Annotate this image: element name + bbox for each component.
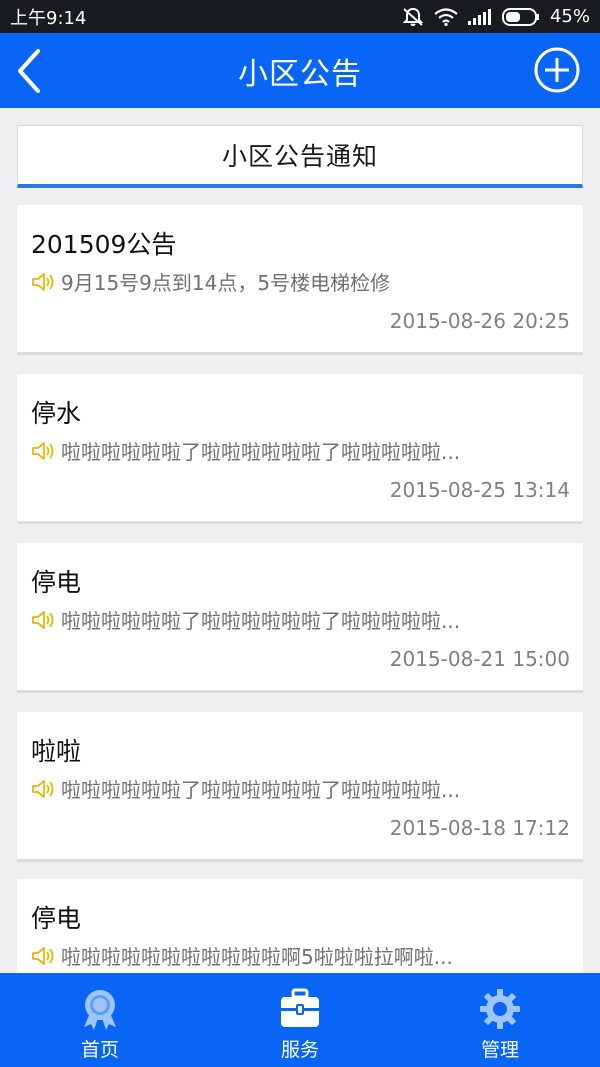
gear-icon [480, 989, 520, 1029]
notice-date: 2015-08-21 15:00 [389, 647, 570, 671]
battery-level: 45% [549, 6, 590, 27]
notice-title: 啦啦 [31, 737, 82, 766]
medal-icon [84, 990, 116, 1030]
notice-summary-text: 啦啦啦啦啦啦了啦啦啦啦啦啦了啦啦啦啦啦... [61, 609, 461, 633]
status-time: 上午9:14 [10, 7, 87, 29]
status-bar: 上午9:14 45% [0, 0, 600, 33]
status-icons: 45% [402, 6, 590, 27]
section-tab-notices[interactable]: 小区公告通知 [17, 125, 583, 188]
notice-date: 2015-08-25 13:14 [389, 478, 570, 502]
mute-icon [402, 7, 424, 26]
notice-title: 停水 [31, 399, 82, 428]
notice-summary: 9月15号9点到14点，5号楼电梯检修 [31, 267, 571, 296]
notice-date: 2015-08-18 17:12 [389, 816, 570, 840]
back-button[interactable] [10, 47, 50, 95]
notice-date: 2015-08-26 20:25 [389, 309, 570, 333]
speaker-icon [32, 272, 54, 291]
speaker-icon [32, 610, 54, 629]
notice-item[interactable]: 啦啦 啦啦啦啦啦啦了啦啦啦啦啦啦了啦啦啦啦啦... 2015-08-18 17:… [17, 712, 583, 862]
bottom-tab-bar: 首页 服务 管理 [0, 973, 600, 1067]
section-title: 小区公告通知 [221, 142, 378, 171]
speaker-icon [32, 779, 54, 798]
notice-summary: 啦啦啦啦啦啦啦啦啦啦啦啊5啦啦啦拉啊啦... [31, 941, 571, 970]
notice-summary-text: 啦啦啦啦啦啦啦啦啦啦啦啊5啦啦啦拉啊啦... [61, 945, 453, 969]
title-bar: 小区公告 [0, 33, 600, 108]
wifi-icon [434, 7, 458, 26]
notice-summary: 啦啦啦啦啦啦了啦啦啦啦啦啦了啦啦啦啦啦... [31, 605, 571, 634]
battery-icon [501, 7, 539, 26]
notice-item[interactable]: 停水 啦啦啦啦啦啦了啦啦啦啦啦啦了啦啦啦啦啦... 2015-08-25 13:… [17, 374, 583, 524]
tab-service[interactable]: 服务 [200, 973, 400, 1067]
signal-icon [467, 8, 491, 25]
notice-summary-text: 啦啦啦啦啦啦了啦啦啦啦啦啦了啦啦啦啦啦... [61, 778, 461, 802]
speaker-icon [32, 946, 54, 965]
notice-title: 201509公告 [31, 230, 177, 259]
notice-title: 停电 [31, 904, 82, 933]
notice-title: 停电 [31, 568, 82, 597]
notice-summary: 啦啦啦啦啦啦了啦啦啦啦啦啦了啦啦啦啦啦... [31, 774, 571, 803]
notice-summary-text: 啦啦啦啦啦啦了啦啦啦啦啦啦了啦啦啦啦啦... [61, 440, 461, 464]
tab-manage[interactable]: 管理 [400, 973, 600, 1067]
notice-item[interactable]: 停电 啦啦啦啦啦啦了啦啦啦啦啦啦了啦啦啦啦啦... 2015-08-21 15:… [17, 543, 583, 693]
notice-summary-text: 9月15号9点到14点，5号楼电梯检修 [61, 271, 391, 295]
notice-item[interactable]: 201509公告 9月15号9点到14点，5号楼电梯检修 2015-08-26 … [17, 205, 583, 355]
add-button[interactable] [534, 47, 580, 93]
tab-service-label: 服务 [280, 1039, 319, 1061]
briefcase-icon [281, 988, 319, 1027]
speaker-icon [32, 441, 54, 460]
notice-summary: 啦啦啦啦啦啦了啦啦啦啦啦啦了啦啦啦啦啦... [31, 436, 571, 465]
tab-home[interactable]: 首页 [0, 973, 200, 1067]
tab-manage-label: 管理 [480, 1039, 519, 1061]
page-title: 小区公告 [238, 56, 362, 92]
tab-home-label: 首页 [80, 1039, 119, 1061]
